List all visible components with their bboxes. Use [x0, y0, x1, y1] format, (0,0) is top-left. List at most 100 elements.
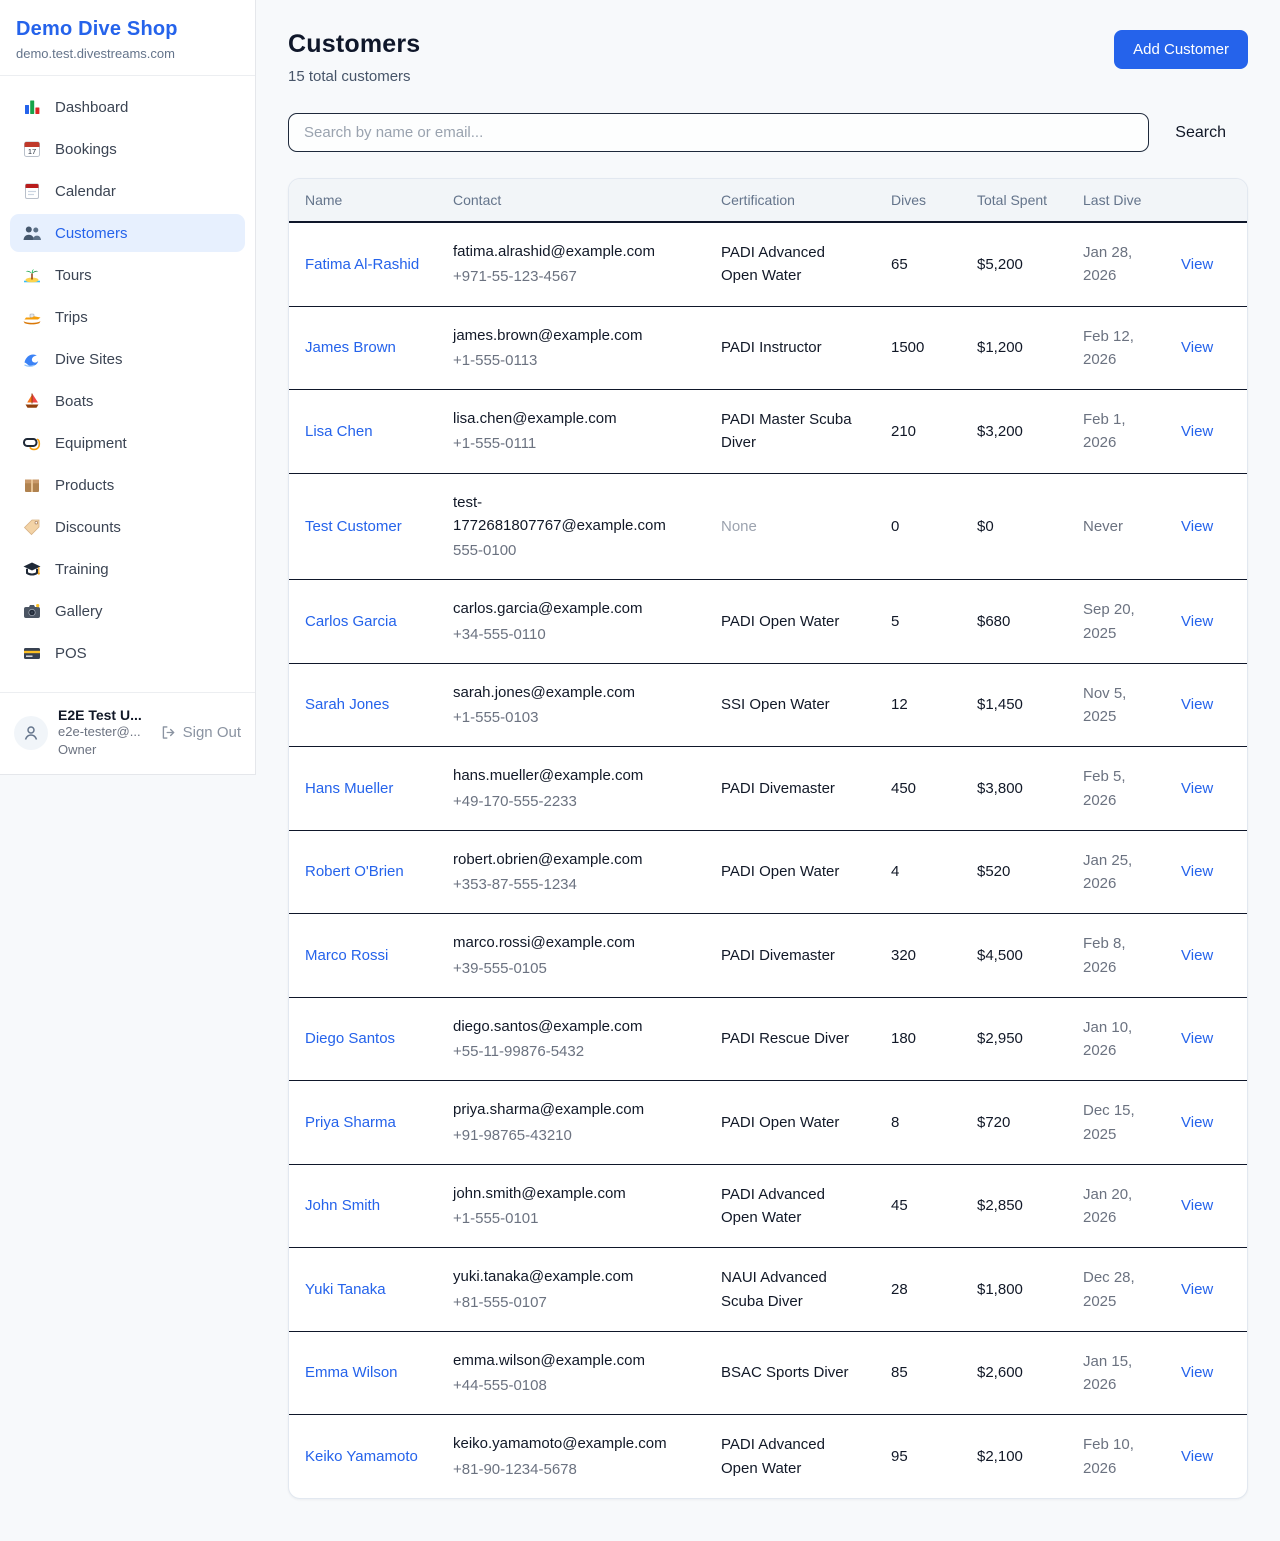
- customer-name-link[interactable]: James Brown: [305, 339, 396, 356]
- customer-last-dive: Jan 15, 2026: [1067, 1331, 1165, 1415]
- customer-name-link[interactable]: Carlos Garcia: [305, 613, 397, 630]
- customer-row: Keiko Yamamoto keiko.yamamoto@example.co…: [289, 1415, 1247, 1498]
- sidebar-item-trips[interactable]: Trips: [10, 298, 245, 336]
- view-link[interactable]: View: [1181, 1281, 1213, 1298]
- customer-name-link[interactable]: Diego Santos: [305, 1030, 395, 1047]
- customer-name-link[interactable]: Marco Rossi: [305, 947, 388, 964]
- customer-name-link[interactable]: Priya Sharma: [305, 1114, 396, 1131]
- customer-name-link[interactable]: Yuki Tanaka: [305, 1281, 386, 1298]
- sidebar-item-dashboard[interactable]: Dashboard: [10, 88, 245, 126]
- customer-name-link[interactable]: Fatima Al-Rashid: [305, 256, 419, 273]
- customer-phone: +1-555-0111: [453, 432, 689, 455]
- customer-total-spent: $1,450: [961, 663, 1067, 747]
- column-header-dives: Dives: [875, 179, 961, 222]
- view-link[interactable]: View: [1181, 256, 1213, 273]
- customer-total-spent: $1,800: [961, 1248, 1067, 1332]
- customer-email: lisa.chen@example.com: [453, 407, 689, 430]
- customer-last-dive: Feb 12, 2026: [1067, 306, 1165, 390]
- sidebar-item-calendar[interactable]: Calendar: [10, 172, 245, 210]
- customer-email: yuki.tanaka@example.com: [453, 1265, 689, 1288]
- customers-table-card: Name Contact Certification Dives Total S…: [288, 178, 1248, 1499]
- sidebar-item-training[interactable]: Training: [10, 550, 245, 588]
- customer-total-spent: $520: [961, 830, 1067, 914]
- customer-last-dive: Feb 8, 2026: [1067, 914, 1165, 998]
- view-link[interactable]: View: [1181, 863, 1213, 880]
- customer-name-link[interactable]: Hans Mueller: [305, 780, 393, 797]
- sidebar-item-dive-sites[interactable]: Dive Sites: [10, 340, 245, 378]
- training-graduation-icon: [22, 559, 42, 579]
- search-input[interactable]: [288, 113, 1149, 152]
- sidebar-item-label: Customers: [55, 225, 128, 242]
- column-header-contact: Contact: [437, 179, 705, 222]
- customer-row: Yuki Tanaka yuki.tanaka@example.com +81-…: [289, 1248, 1247, 1332]
- view-link[interactable]: View: [1181, 1030, 1213, 1047]
- customer-email: carlos.garcia@example.com: [453, 597, 689, 620]
- sign-out-button[interactable]: Sign Out: [160, 724, 241, 741]
- view-link[interactable]: View: [1181, 1197, 1213, 1214]
- sidebar-item-discounts[interactable]: Discounts: [10, 508, 245, 546]
- customer-last-dive: Feb 5, 2026: [1067, 747, 1165, 831]
- column-header-total-spent: Total Spent: [961, 179, 1067, 222]
- gallery-camera-icon: [22, 601, 42, 621]
- add-customer-button[interactable]: Add Customer: [1114, 30, 1248, 69]
- sidebar-item-label: Trips: [55, 309, 88, 326]
- sidebar-item-bookings[interactable]: 17 Bookings: [10, 130, 245, 168]
- customer-total-spent: $3,200: [961, 390, 1067, 474]
- customer-certification: PADI Rescue Diver: [705, 997, 875, 1081]
- customer-row: John Smith john.smith@example.com +1-555…: [289, 1164, 1247, 1248]
- customer-name-link[interactable]: Test Customer: [305, 518, 402, 535]
- customer-certification: PADI Divemaster: [705, 914, 875, 998]
- view-link[interactable]: View: [1181, 339, 1213, 356]
- sidebar-item-tours[interactable]: Tours: [10, 256, 245, 294]
- table-header-row: Name Contact Certification Dives Total S…: [289, 179, 1247, 222]
- sidebar-item-pos[interactable]: POS: [10, 634, 245, 672]
- customer-row: Priya Sharma priya.sharma@example.com +9…: [289, 1081, 1247, 1165]
- customer-total-spent: $2,600: [961, 1331, 1067, 1415]
- view-link[interactable]: View: [1181, 947, 1213, 964]
- customer-certification: PADI Advanced Open Water: [705, 1164, 875, 1248]
- customer-dives: 0: [875, 473, 961, 580]
- customer-name-link[interactable]: Robert O'Brien: [305, 863, 404, 880]
- view-link[interactable]: View: [1181, 423, 1213, 440]
- user-meta: E2E Test U... e2e-tester@... Owner: [58, 707, 150, 758]
- customer-total-spent: $680: [961, 580, 1067, 664]
- equipment-mask-icon: [22, 433, 42, 453]
- view-link[interactable]: View: [1181, 613, 1213, 630]
- column-header-name: Name: [289, 179, 437, 222]
- view-link[interactable]: View: [1181, 780, 1213, 797]
- customer-name-link[interactable]: Sarah Jones: [305, 696, 389, 713]
- customer-name-link[interactable]: Emma Wilson: [305, 1364, 398, 1381]
- search-button[interactable]: Search: [1149, 113, 1248, 152]
- customer-name-link[interactable]: John Smith: [305, 1197, 380, 1214]
- view-link[interactable]: View: [1181, 1448, 1213, 1465]
- sidebar-item-label: Equipment: [55, 435, 127, 452]
- sidebar-item-customers[interactable]: Customers: [10, 214, 245, 252]
- sidebar-item-products[interactable]: Products: [10, 466, 245, 504]
- customer-certification: PADI Instructor: [705, 306, 875, 390]
- customer-row: Diego Santos diego.santos@example.com +5…: [289, 997, 1247, 1081]
- sign-out-icon: [160, 724, 177, 741]
- tours-island-icon: [22, 265, 42, 285]
- view-link[interactable]: View: [1181, 696, 1213, 713]
- customer-name-link[interactable]: Keiko Yamamoto: [305, 1448, 418, 1465]
- sidebar-item-equipment[interactable]: Equipment: [10, 424, 245, 462]
- sidebar-item-gallery[interactable]: Gallery: [10, 592, 245, 630]
- sidebar-nav: Dashboard 17 Bookings Calendar Customers: [0, 76, 255, 684]
- customer-name-link[interactable]: Lisa Chen: [305, 423, 373, 440]
- sidebar-item-boats[interactable]: Boats: [10, 382, 245, 420]
- sidebar-item-label: Products: [55, 477, 114, 494]
- avatar: [14, 716, 48, 750]
- page-title: Customers: [288, 30, 420, 59]
- customer-last-dive: Nov 5, 2025: [1067, 663, 1165, 747]
- customer-total-spent: $2,850: [961, 1164, 1067, 1248]
- customer-email: hans.mueller@example.com: [453, 764, 689, 787]
- customer-last-dive: Dec 28, 2025: [1067, 1248, 1165, 1332]
- customers-table: Name Contact Certification Dives Total S…: [289, 179, 1247, 1498]
- view-link[interactable]: View: [1181, 1114, 1213, 1131]
- customer-total-spent: $3,800: [961, 747, 1067, 831]
- sidebar: Demo Dive Shop demo.test.divestreams.com…: [0, 0, 256, 775]
- view-link[interactable]: View: [1181, 518, 1213, 535]
- customer-phone: +81-555-0107: [453, 1291, 689, 1314]
- customer-dives: 210: [875, 390, 961, 474]
- view-link[interactable]: View: [1181, 1364, 1213, 1381]
